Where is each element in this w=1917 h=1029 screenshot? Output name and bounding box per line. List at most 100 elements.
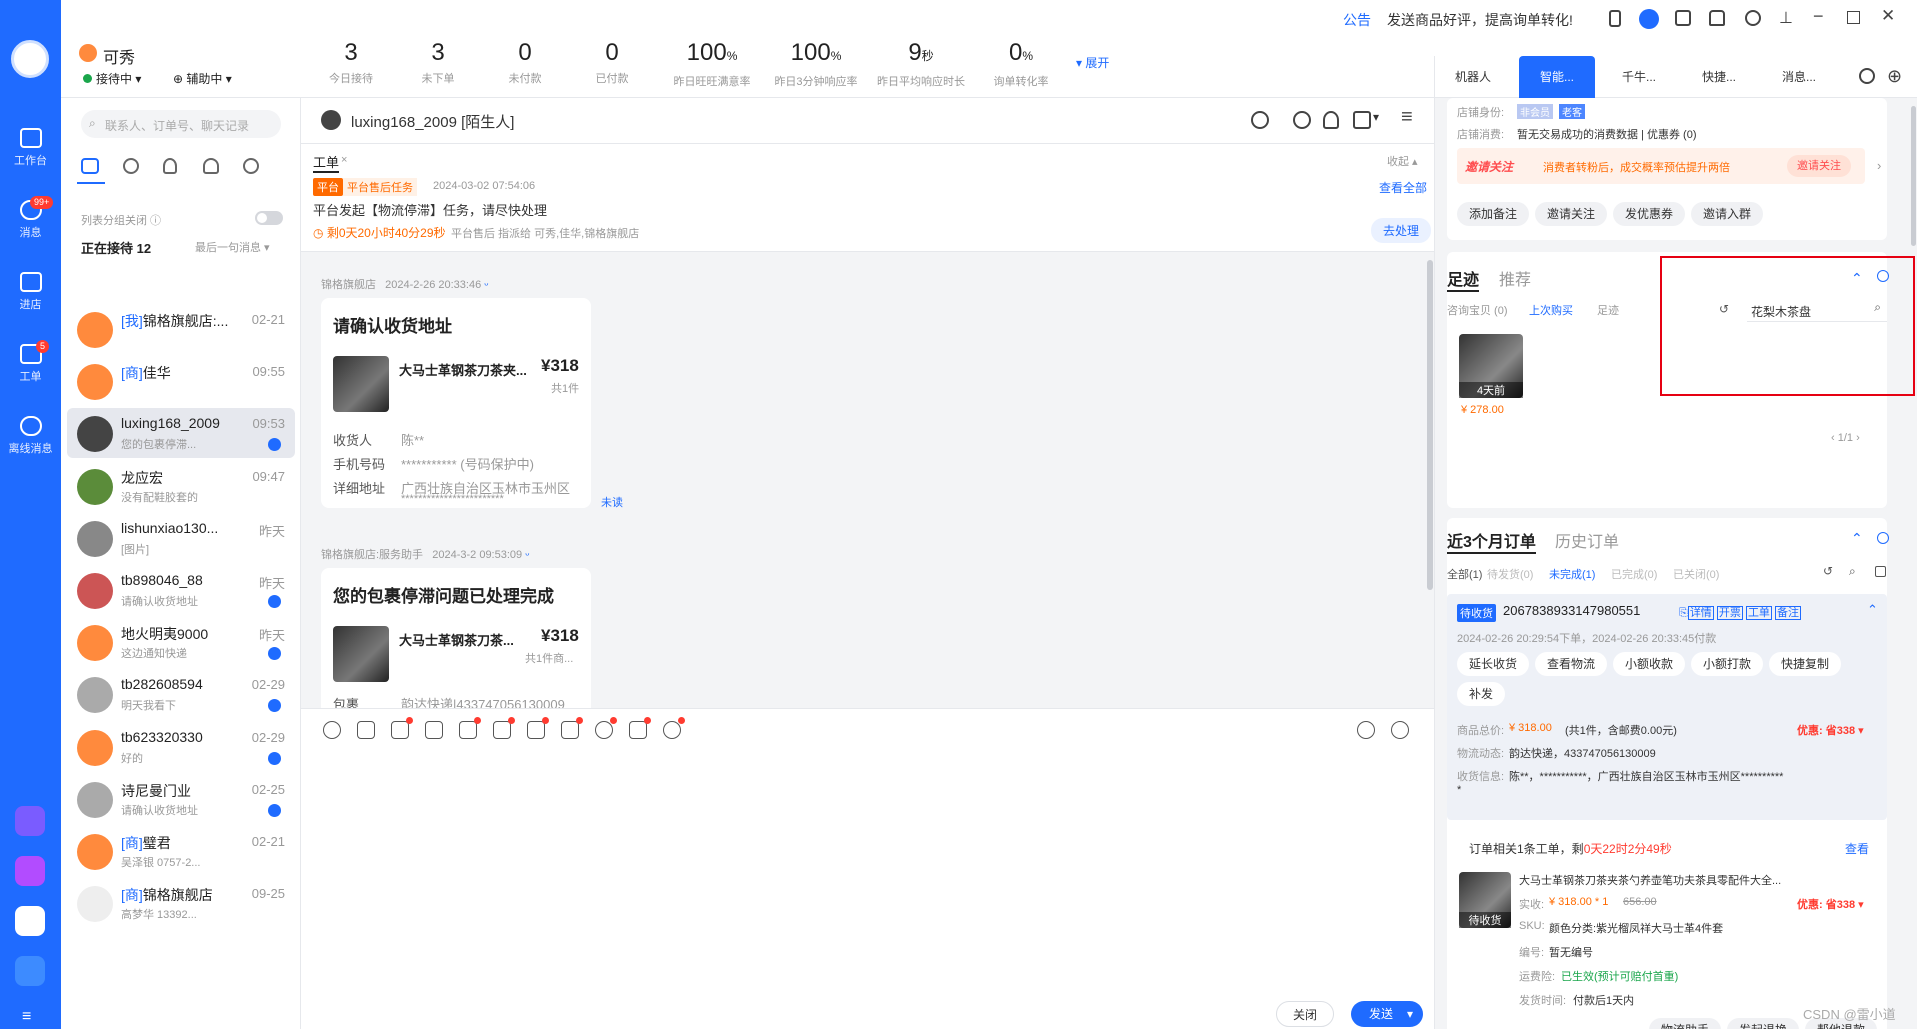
logistics-assistant-button[interactable]: 物流助手 <box>1649 1018 1722 1029</box>
robot-icon[interactable] <box>1251 111 1269 129</box>
profile-icon[interactable] <box>1323 111 1339 129</box>
chat-filter-icon[interactable] <box>81 158 99 174</box>
upload-icon[interactable] <box>391 717 413 739</box>
small-collect-button[interactable]: 小额收款 <box>1613 652 1686 676</box>
status-dropdown[interactable]: 接待中 ▾ <box>83 70 141 87</box>
chat-scrollbar[interactable] <box>1427 260 1433 590</box>
quick-copy-button[interactable]: 快捷复制 <box>1769 652 1842 676</box>
footprint-pager[interactable]: ‹ 1/1 › <box>1831 432 1860 444</box>
ticket-view-link[interactable]: 查看 <box>1845 840 1869 857</box>
tag-icon[interactable] <box>493 717 515 739</box>
reissue-button[interactable]: 补发 <box>1457 682 1506 706</box>
assist-dropdown[interactable]: ⊕ 辅助中 ▾ <box>173 70 232 87</box>
filter-to-ship[interactable]: 待发货(0) <box>1487 566 1533 582</box>
chevron-down-icon[interactable]: ▾ <box>1373 110 1379 124</box>
app-shortcut-2-icon[interactable] <box>15 856 45 886</box>
tab-robot[interactable]: 机器人 <box>1435 56 1511 98</box>
tab-smart[interactable]: 智能... <box>1519 56 1595 98</box>
initiate-return-button[interactable]: 发起退换 <box>1727 1018 1800 1029</box>
menu-icon[interactable]: ≡ <box>22 1008 31 1026</box>
exchange-icon[interactable] <box>459 717 481 739</box>
add-icon[interactable]: ⊕ <box>1887 66 1902 87</box>
rail-item-store[interactable]: 进店 <box>0 272 61 312</box>
restore-icon[interactable] <box>1847 11 1860 24</box>
last-purchase-filter[interactable]: 上次购买 <box>1529 302 1573 318</box>
contact-filter-icon[interactable] <box>163 158 177 174</box>
collapse-button[interactable]: 收起 ▴ <box>1387 153 1418 169</box>
session-item[interactable]: tb898046_88 昨天 请确认收货地址 <box>67 565 295 615</box>
invite-follow-button[interactable]: 邀请关注 <box>1787 155 1851 177</box>
order-note-link[interactable]: 备注 <box>1775 606 1801 620</box>
minimize-icon[interactable]: − <box>1813 6 1824 27</box>
handle-task-button[interactable]: 去处理 <box>1371 218 1432 243</box>
package-resolved-card[interactable]: 您的包裹停滞问题已处理完成 大马士革钢茶刀茶... ¥318 共1件商... 包… <box>321 568 591 712</box>
filter-all[interactable]: 全部(1) <box>1447 566 1482 582</box>
session-item[interactable]: [我]锦格旗舰店:... 02-21 <box>67 304 295 354</box>
product-image[interactable] <box>333 356 389 412</box>
collapse-icon[interactable]: ⌃ <box>1851 530 1863 547</box>
ticket-product-title[interactable]: 大马士革钢茶刀茶夹茶勺养壶笔功夫茶具零配件大全... <box>1519 872 1781 888</box>
session-item[interactable]: [商]佳华 09:55 <box>67 356 295 406</box>
refresh-icon[interactable] <box>1859 68 1875 84</box>
session-item[interactable]: [商]璧君 02-21 吴泽银 0757-2... <box>67 826 295 876</box>
tab-footprint[interactable]: 足迹 <box>1447 266 1480 292</box>
emoji-icon[interactable] <box>323 721 341 739</box>
refresh-icon[interactable]: ↺ <box>1823 564 1833 578</box>
notice-label[interactable]: 公告 <box>1343 10 1371 30</box>
close-window-icon[interactable]: ✕ <box>1881 6 1895 26</box>
order-workorder-link[interactable]: 工单 <box>1745 606 1772 620</box>
app-shortcut-3-icon[interactable] <box>15 906 45 936</box>
session-item[interactable]: 龙应宏 09:47 没有配鞋胶套的 <box>67 461 295 511</box>
discount-icon[interactable] <box>425 721 443 739</box>
quick-phrase-icon[interactable] <box>1357 721 1375 739</box>
filter-complete[interactable]: 已完成(0) <box>1611 566 1657 582</box>
view-logistics-button[interactable]: 查看物流 <box>1535 652 1608 676</box>
app-shortcut-1-icon[interactable] <box>15 806 45 836</box>
extend-receipt-button[interactable]: 延长收货 <box>1457 652 1530 676</box>
order-number[interactable]: 2067838933147980551 <box>1503 603 1640 618</box>
rail-item-offline[interactable]: 离线消息 <box>0 416 61 456</box>
task-check-icon[interactable] <box>1353 111 1371 129</box>
more-menu-icon[interactable]: ≡ <box>1401 106 1413 129</box>
close-chat-button[interactable]: 关闭 <box>1276 1001 1335 1027</box>
send-button[interactable]: 发送 ▾ <box>1351 1001 1424 1027</box>
search-reply-icon[interactable] <box>663 717 685 739</box>
group-toggle-switch[interactable] <box>255 211 283 225</box>
tab-recent-orders[interactable]: 近3个月订单 <box>1447 528 1536 554</box>
settings-icon[interactable] <box>1877 532 1889 544</box>
sort-dropdown[interactable]: 最后一句消息 ▾ <box>195 239 270 255</box>
small-pay-button[interactable]: 小额打款 <box>1691 652 1764 676</box>
reply-icon[interactable] <box>595 717 617 739</box>
refresh-icon[interactable] <box>1293 111 1311 129</box>
collapse-icon[interactable]: ⌃ <box>1867 602 1878 618</box>
session-item[interactable]: 地火明夷9000 昨天 这边通知快递 <box>67 617 295 667</box>
group-filter-icon[interactable] <box>203 158 219 174</box>
session-item[interactable]: tb623320330 02-29 好的 <box>67 722 295 772</box>
notice-text[interactable]: 发送商品好评，提高询单转化! <box>1387 10 1573 30</box>
calendar-icon[interactable] <box>1675 10 1691 26</box>
session-item[interactable]: [商]锦格旗舰店 09-25 高梦华 13392... <box>67 878 295 928</box>
tab-shortcut[interactable]: 快捷... <box>1681 56 1757 98</box>
app-shortcut-4-icon[interactable] <box>15 956 45 986</box>
tab-recommend[interactable]: 推荐 <box>1499 266 1531 290</box>
chevron-right-icon[interactable]: › <box>1877 158 1881 173</box>
assistant-icon[interactable] <box>1639 9 1659 29</box>
rail-item-message[interactable]: 消息 99+ <box>0 196 61 240</box>
structure-filter-icon[interactable] <box>243 158 259 174</box>
close-icon[interactable]: × <box>341 154 347 166</box>
order-discount[interactable]: 优惠: 省338 ▾ <box>1797 722 1864 738</box>
robot-reply-icon[interactable] <box>1391 721 1409 739</box>
filter-closed[interactable]: 已关闭(0) <box>1673 566 1719 582</box>
template-icon[interactable] <box>629 717 651 739</box>
rail-item-workorder[interactable]: 工单 5 <box>0 340 61 384</box>
ticket-product-image[interactable]: 待收货 <box>1459 872 1511 928</box>
rail-item-workbench[interactable]: 工作台 <box>0 128 61 168</box>
consult-items-filter[interactable]: 咨询宝贝 (0) <box>1447 302 1508 318</box>
pin-icon[interactable]: ⊥ <box>1779 8 1793 28</box>
footprint-filter[interactable]: 足迹 <box>1597 302 1619 318</box>
copy-icon[interactable] <box>1875 566 1886 577</box>
shirt-icon[interactable] <box>1709 10 1725 26</box>
product-image[interactable] <box>333 626 389 682</box>
ticket-discount[interactable]: 优惠: 省338 ▾ <box>1797 896 1864 912</box>
send-coupon-button[interactable]: 发优惠券 <box>1613 202 1686 226</box>
